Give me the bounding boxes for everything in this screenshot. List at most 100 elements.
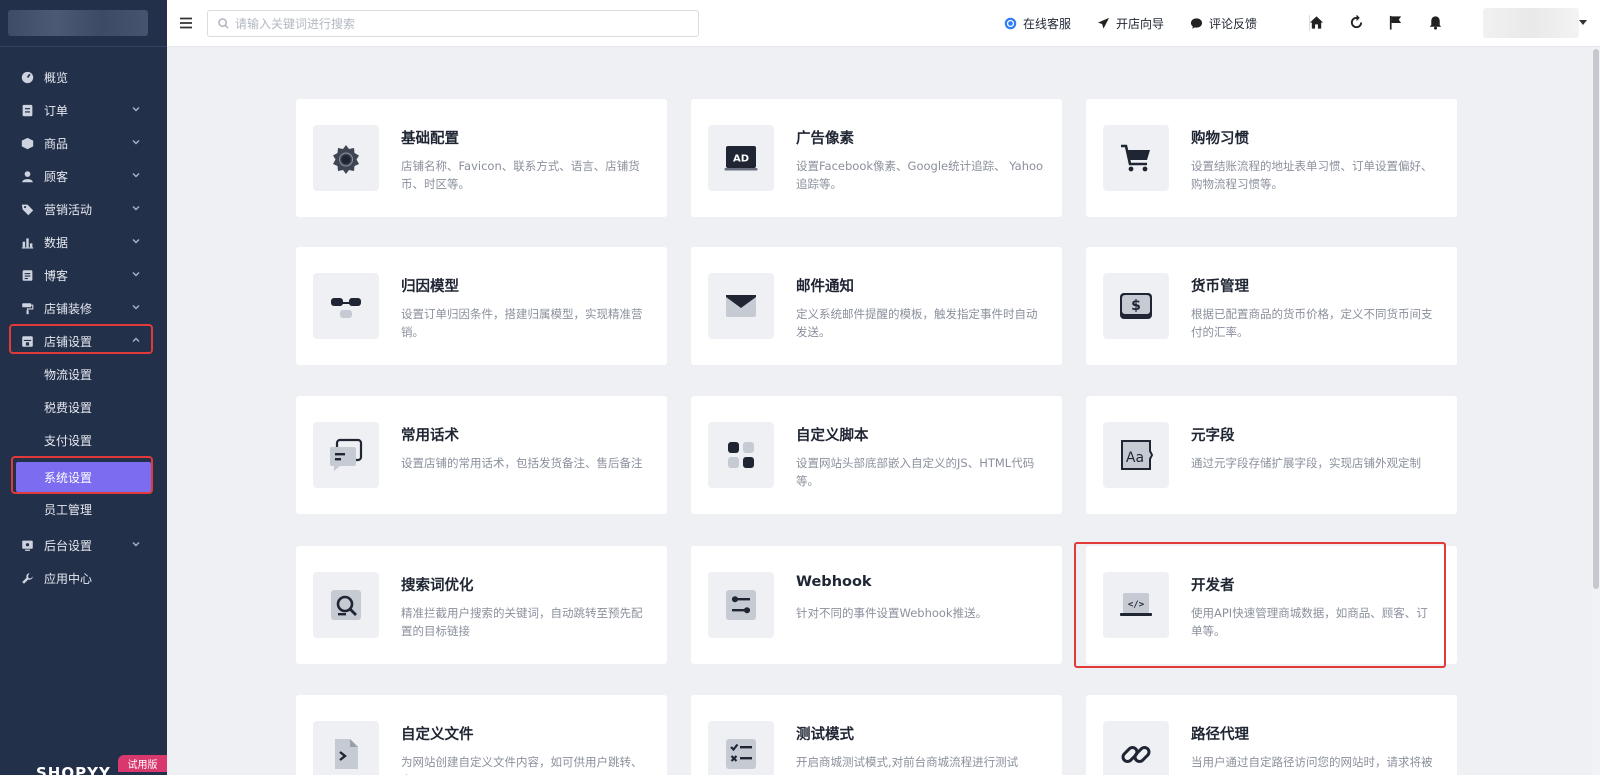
sidebar: 概览 订单 商品 顾客 营销活动 数据 博客 店铺装修 店铺设置 物流设置 税费… — [0, 0, 167, 775]
sidebar-subitem-label: 员工管理 — [44, 502, 93, 517]
gear-icon — [313, 125, 379, 191]
monitor-icon — [20, 538, 34, 552]
card-desc: 为网站创建自定义文件内容，如可供用户跳转、上 — [401, 755, 643, 775]
sidebar-item-theme[interactable]: 店铺装修 — [0, 293, 167, 323]
card-desc: 当用户通过自定路径访问您的网站时，请求将被 — [1191, 755, 1433, 769]
mail-icon — [708, 273, 774, 339]
sidebar-item-label: 营销活动 — [44, 202, 93, 217]
sidebar-item-blog[interactable]: 博客 — [0, 260, 167, 290]
card-desc: 设置Facebook像素、Google统计追踪、 Yahoo追踪等。 — [796, 159, 1044, 191]
svg-text:$: $ — [1131, 298, 1141, 314]
card-title: 归因模型 — [401, 279, 459, 295]
card-search-optimization[interactable]: 搜索词优化 精准拦截用户搜索的关键词，自动跳转至预先配置的目标链接 — [296, 546, 667, 664]
sidebar-subitem-tax[interactable]: 税费设置 — [0, 392, 167, 422]
trial-badge: 试用版 — [118, 755, 167, 772]
card-desc: 根据已配置商品的货币价格，定义不同货币间支付的汇率。 — [1191, 307, 1433, 339]
svg-text:Aa: Aa — [1126, 450, 1144, 466]
flag-icon[interactable] — [1388, 15, 1404, 31]
brand-logo[interactable] — [8, 10, 148, 36]
sidebar-subitem-shipping[interactable]: 物流设置 — [0, 359, 167, 389]
card-attribution-model[interactable]: 归因模型 设置订单归因条件，搭建归属模型，实现精准营销。 — [296, 247, 667, 365]
user-menu[interactable] — [1483, 8, 1579, 38]
card-title: 测试模式 — [796, 727, 854, 743]
card-title: 自定义脚本 — [796, 428, 869, 444]
feedback-link[interactable]: 评论反馈 — [1190, 14, 1257, 32]
card-currency-management[interactable]: $ 货币管理 根据已配置商品的货币价格，定义不同货币间支付的汇率。 — [1086, 247, 1457, 365]
store-guide-link[interactable]: 开店向导 — [1097, 14, 1164, 32]
sidebar-item-store-settings[interactable]: 店铺设置 — [0, 326, 167, 356]
webhook-icon — [708, 572, 774, 638]
file-icon — [313, 721, 379, 775]
store-settings-icon — [20, 334, 34, 348]
sidebar-item-marketing[interactable]: 营销活动 — [0, 194, 167, 224]
home-icon[interactable] — [1309, 15, 1325, 31]
sidebar-subitem-staff[interactable]: 员工管理 — [0, 494, 167, 524]
paint-roller-icon — [20, 301, 34, 315]
sidebar-item-label: 店铺装修 — [44, 301, 93, 316]
card-email-notification[interactable]: 邮件通知 定义系统邮件提醒的模板，触发指定事件时自动发送。 — [691, 247, 1062, 365]
scrollbar-thumb[interactable] — [1593, 49, 1599, 589]
card-shopping-habits[interactable]: 购物习惯 设置结账流程的地址表单习惯、订单设置偏好、购物流程习惯等。 — [1086, 99, 1457, 217]
card-title: 货币管理 — [1191, 279, 1249, 295]
card-desc: 通过元字段存储扩展字段，实现店铺外观定制 — [1191, 456, 1421, 470]
sidebar-item-data[interactable]: 数据 — [0, 227, 167, 257]
card-title: 购物习惯 — [1191, 131, 1249, 147]
chat-icon — [313, 422, 379, 488]
sidebar-item-admin-settings[interactable]: 后台设置 — [0, 530, 167, 560]
sidebar-subitem-label: 税费设置 — [44, 400, 93, 415]
topbar: 在线客服 开店向导 评论反馈 — [167, 0, 1600, 47]
bell-icon[interactable] — [1428, 15, 1444, 31]
card-desc: 针对不同的事件设置Webhook推送。 — [796, 606, 988, 620]
sidebar-item-label: 应用中心 — [44, 571, 93, 586]
card-desc: 设置订单归因条件，搭建归属模型，实现精准营销。 — [401, 307, 643, 339]
search-input[interactable] — [235, 16, 675, 31]
card-metafields[interactable]: Aa 元字段 通过元字段存储扩展字段，实现店铺外观定制 — [1086, 396, 1457, 514]
sidebar-item-orders[interactable]: 订单 — [0, 95, 167, 125]
customer-icon — [20, 169, 34, 183]
chevron-down-icon — [131, 169, 141, 179]
sidebar-item-label: 后台设置 — [44, 538, 93, 553]
menu-toggle-icon[interactable] — [179, 15, 193, 29]
card-developer[interactable]: </> 开发者 使用API快速管理商城数据，如商品、顾客、订单等。 — [1086, 546, 1457, 664]
order-icon — [20, 103, 34, 117]
card-custom-files[interactable]: 自定义文件 为网站创建自定义文件内容，如可供用户跳转、上 — [296, 695, 667, 775]
settings-grid: 基础配置 店铺名称、Favicon、联系方式、语言、店铺货币、时区等。 AD 广… — [167, 47, 1600, 775]
sidebar-subitem-payment[interactable]: 支付设置 — [0, 425, 167, 455]
card-desc: 设置店铺的常用话术，包括发货备注、售后备注 — [401, 456, 643, 470]
sidebar-item-overview[interactable]: 概览 — [0, 62, 167, 92]
user-menu-caret-icon[interactable] — [1579, 20, 1587, 25]
sidebar-subitem-label: 系统设置 — [44, 470, 93, 485]
store-guide-label: 开店向导 — [1116, 16, 1165, 31]
sidebar-item-label: 订单 — [44, 103, 69, 118]
refresh-icon[interactable] — [1349, 14, 1365, 31]
card-ad-pixel[interactable]: AD 广告像素 设置Facebook像素、Google统计追踪、 Yahoo追踪… — [691, 99, 1062, 217]
tag-icon — [20, 202, 34, 216]
online-support-link[interactable]: 在线客服 — [1004, 14, 1071, 32]
card-title: 广告像素 — [796, 131, 854, 147]
content-scrollbar[interactable] — [1592, 47, 1600, 775]
sidebar-item-customers[interactable]: 顾客 — [0, 161, 167, 191]
sidebar-subitem-system[interactable]: 系统设置 — [16, 462, 151, 492]
card-title: 基础配置 — [401, 131, 459, 147]
currency-icon: $ — [1103, 273, 1169, 339]
chevron-down-icon — [131, 235, 141, 245]
card-custom-script[interactable]: 自定义脚本 设置网站头部底部嵌入自定义的JS、HTML代码等。 — [691, 396, 1062, 514]
card-test-mode[interactable]: 测试模式 开启商城测试模式,对前台商城流程进行测试 — [691, 695, 1062, 775]
brand-area — [0, 0, 167, 47]
card-basic-config[interactable]: 基础配置 店铺名称、Favicon、联系方式、语言、店铺货币、时区等。 — [296, 99, 667, 217]
sidebar-item-app-center[interactable]: 应用中心 — [0, 563, 167, 593]
sidebar-item-products[interactable]: 商品 — [0, 128, 167, 158]
sidebar-item-label: 概览 — [44, 70, 69, 85]
card-title: 自定义文件 — [401, 727, 474, 743]
wrench-icon — [20, 571, 34, 585]
shopyy-logo: SHOPYY — [36, 764, 111, 775]
card-path-proxy[interactable]: 路径代理 当用户通过自定路径访问您的网站时，请求将被 — [1086, 695, 1457, 775]
sidebar-subitem-label: 物流设置 — [44, 367, 93, 382]
search-optimize-icon — [313, 572, 379, 638]
comment-icon — [1190, 17, 1203, 29]
metafield-icon: Aa — [1103, 422, 1169, 488]
ad-icon: AD — [708, 125, 774, 191]
card-webhook[interactable]: Webhook 针对不同的事件设置Webhook推送。 — [691, 546, 1062, 664]
chevron-down-icon — [131, 103, 141, 113]
card-common-phrases[interactable]: 常用话术 设置店铺的常用话术，包括发货备注、售后备注 — [296, 396, 667, 514]
